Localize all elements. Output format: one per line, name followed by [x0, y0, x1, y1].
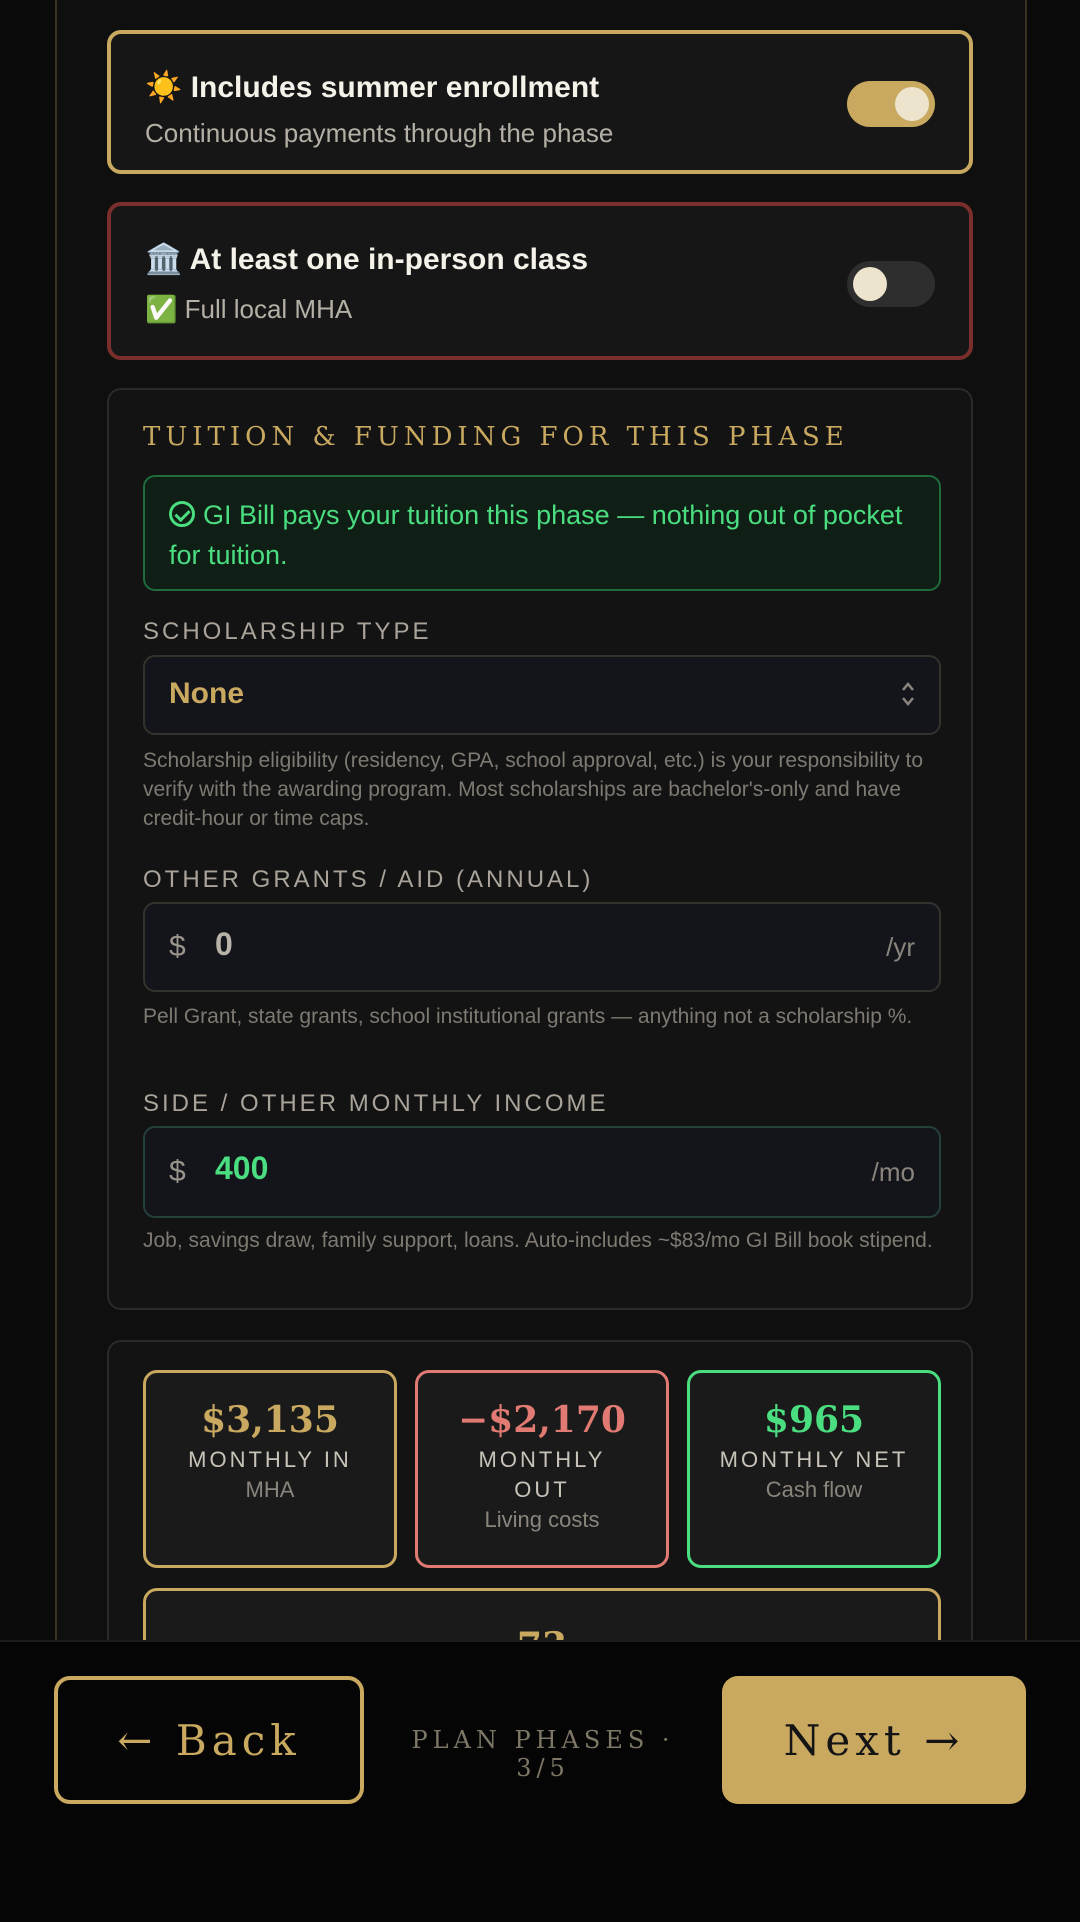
income-value: 400	[215, 1150, 269, 1186]
monthly-net-stat: $965 MONTHLY NET Cash flow	[687, 1370, 941, 1568]
monthly-in-stat: $3,135 MONTHLY IN MHA	[143, 1370, 397, 1568]
monthly-net-value: $965	[763, 1399, 865, 1441]
in-person-class-toggle[interactable]	[847, 261, 935, 307]
sun-icon: ☀️	[145, 71, 183, 104]
scholarship-type-value: None	[169, 677, 244, 710]
monthly-out-stat: −$2,170 MONTHLY OUT Living costs	[415, 1370, 669, 1568]
monthly-in-sub: MHA	[245, 1477, 295, 1502]
grants-help-text: Pell Grant, state grants, school institu…	[143, 1005, 913, 1028]
toggle-knob	[853, 267, 887, 301]
grants-input[interactable]: $ 0 /yr	[143, 902, 941, 992]
summer-enrollment-card[interactable]: ☀️ Includes summer enrollment Continuous…	[107, 30, 973, 174]
income-input[interactable]: $ 400 /mo	[143, 1126, 941, 1218]
currency-prefix: $	[169, 1155, 186, 1188]
income-help-text: Job, savings draw, family support, loans…	[143, 1229, 933, 1252]
monthly-summary-card: $3,135 MONTHLY IN MHA −$2,170 MONTHLY OU…	[107, 1340, 973, 1708]
section-title: TUITION & FUNDING FOR THIS PHASE	[143, 422, 849, 452]
monthly-out-value: −$2,170	[458, 1399, 626, 1441]
back-button[interactable]: ← Back	[54, 1676, 364, 1804]
summer-enrollment-toggle[interactable]	[847, 81, 935, 127]
footer-nav: ← Back PLAN PHASES · 3/5 Next →	[0, 1640, 1080, 1922]
monthly-out-sub: Living costs	[484, 1507, 600, 1532]
grants-label: OTHER GRANTS / AID (ANNUAL)	[143, 866, 594, 893]
in-person-class-subtitle: ✅ Full local MHA	[145, 294, 353, 324]
institution-icon: 🏛️	[145, 243, 183, 276]
currency-prefix: $	[169, 930, 186, 963]
step-progress: PLAN PHASES · 3/5	[411, 1726, 675, 1782]
scholarship-type-label: SCHOLARSHIP TYPE	[143, 618, 432, 645]
grants-value: 0	[215, 926, 233, 962]
monthly-in-label: MONTHLY IN	[188, 1447, 352, 1472]
monthly-out-label: MONTHLY OUT	[478, 1447, 606, 1502]
in-person-class-title: 🏛️ At least one in-person class	[145, 243, 589, 276]
next-button[interactable]: Next →	[722, 1676, 1026, 1804]
tuition-funding-card: TUITION & FUNDING FOR THIS PHASE GI Bill…	[107, 388, 973, 1310]
income-suffix: /mo	[871, 1157, 915, 1187]
monthly-in-value: $3,135	[201, 1399, 339, 1441]
check-circle-icon	[169, 501, 195, 527]
gi-bill-notice: GI Bill pays your tuition this phase — n…	[143, 475, 941, 591]
income-label: SIDE / OTHER MONTHLY INCOME	[143, 1090, 609, 1117]
select-arrows-icon	[901, 679, 915, 709]
monthly-net-label: MONTHLY NET	[719, 1447, 909, 1472]
toggle-knob	[895, 87, 929, 121]
scholarship-help-text: Scholarship eligibility (residency, GPA,…	[143, 749, 924, 830]
grants-suffix: /yr	[886, 932, 915, 962]
checkmark-icon: ✅	[145, 294, 178, 324]
monthly-net-sub: Cash flow	[765, 1477, 863, 1502]
summer-enrollment-title: ☀️ Includes summer enrollment	[145, 71, 600, 104]
in-person-class-card[interactable]: 🏛️ At least one in-person class ✅ Full l…	[107, 202, 973, 360]
scholarship-type-select[interactable]: None	[143, 655, 941, 735]
summer-enrollment-subtitle: Continuous payments through the phase	[145, 118, 614, 148]
